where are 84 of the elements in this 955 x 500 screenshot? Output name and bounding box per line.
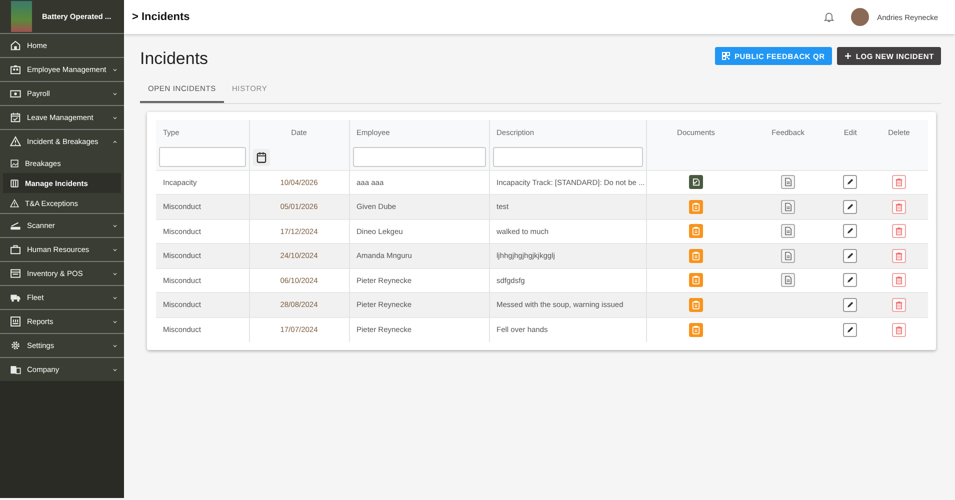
calendar-icon — [10, 112, 21, 123]
warning-icon — [10, 136, 21, 147]
feedback-button[interactable] — [781, 224, 796, 238]
delete-button[interactable] — [892, 273, 906, 288]
logo-picture — [11, 1, 32, 32]
caret-icon — [112, 294, 118, 300]
delete-button[interactable] — [892, 322, 906, 336]
warning-icon — [10, 198, 19, 208]
trash-icon — [894, 324, 904, 334]
building-icon — [10, 364, 21, 375]
document-check-icon — [691, 177, 701, 188]
trash-icon — [894, 177, 904, 188]
calendar-icon — [254, 150, 268, 164]
caret-icon — [112, 114, 118, 120]
clipboard-icon — [691, 202, 701, 212]
document-icon — [783, 250, 794, 261]
pencil-icon — [845, 202, 856, 212]
settings-icon — [10, 340, 21, 351]
scanner-icon — [10, 220, 21, 231]
caret-icon — [112, 318, 118, 324]
clipboard-icon — [691, 250, 701, 261]
edit-button[interactable] — [843, 273, 858, 288]
pencil-icon — [845, 275, 856, 286]
delete-button[interactable] — [892, 175, 906, 190]
document-icon — [783, 202, 794, 212]
edit-button[interactable] — [843, 248, 858, 263]
clipboard-icon — [691, 324, 701, 334]
edit-button[interactable] — [843, 298, 858, 312]
document-icon — [783, 275, 794, 286]
clipboard-icon — [691, 226, 701, 236]
avatar-circle[interactable] — [851, 8, 870, 26]
page-title: Incidents — [140, 48, 208, 69]
notification-bell-icon — [823, 11, 836, 23]
truck-icon — [10, 292, 21, 303]
filter-field[interactable] — [352, 147, 486, 168]
pencil-icon — [845, 226, 856, 236]
clipboard-icon — [691, 275, 701, 286]
trash-icon — [894, 275, 904, 286]
caret-icon — [112, 270, 118, 276]
people-icon — [10, 64, 21, 75]
feedback-button[interactable] — [781, 175, 796, 190]
trash-icon — [894, 300, 904, 310]
book-icon — [10, 178, 19, 188]
picture-icon — [10, 158, 19, 168]
plus-icon — [844, 52, 852, 60]
caret-icon — [112, 366, 118, 372]
trash-icon — [894, 250, 904, 261]
caret-icon — [112, 138, 118, 144]
storefront-icon — [10, 268, 21, 279]
pencil-icon — [845, 250, 856, 261]
delete-button[interactable] — [892, 224, 906, 238]
banknote-icon — [10, 88, 21, 99]
document-icon — [783, 226, 794, 236]
feedback-button[interactable] — [781, 200, 796, 214]
edit-button[interactable] — [843, 224, 858, 238]
clipboard-icon — [691, 300, 701, 310]
document-icon — [783, 177, 794, 188]
trash-icon — [894, 202, 904, 212]
delete-button[interactable] — [892, 200, 906, 214]
caret-icon — [112, 342, 118, 348]
trash-icon — [894, 226, 904, 236]
breadcrumb: > Incidents — [132, 11, 190, 23]
delete-button[interactable] — [892, 248, 906, 263]
briefcase-icon — [10, 244, 21, 255]
documents-button[interactable] — [689, 175, 703, 190]
caret-icon — [112, 90, 118, 96]
edit-button[interactable] — [843, 200, 858, 214]
feedback-button[interactable] — [781, 273, 796, 288]
caret-icon — [112, 222, 118, 228]
date-picker-button[interactable] — [252, 148, 270, 166]
home-icon — [10, 40, 21, 51]
feedback-button[interactable] — [781, 248, 796, 263]
qr-code-icon — [722, 52, 730, 60]
board-icon — [10, 316, 21, 327]
delete-button[interactable] — [892, 298, 906, 312]
caret-icon — [112, 246, 118, 252]
pencil-icon — [845, 324, 856, 334]
caret-icon — [112, 66, 118, 72]
edit-button[interactable] — [843, 175, 858, 190]
filter-field[interactable] — [159, 147, 246, 168]
pencil-icon — [845, 177, 856, 188]
edit-button[interactable] — [843, 322, 858, 336]
pencil-icon — [845, 300, 856, 310]
filter-field[interactable] — [492, 147, 643, 168]
